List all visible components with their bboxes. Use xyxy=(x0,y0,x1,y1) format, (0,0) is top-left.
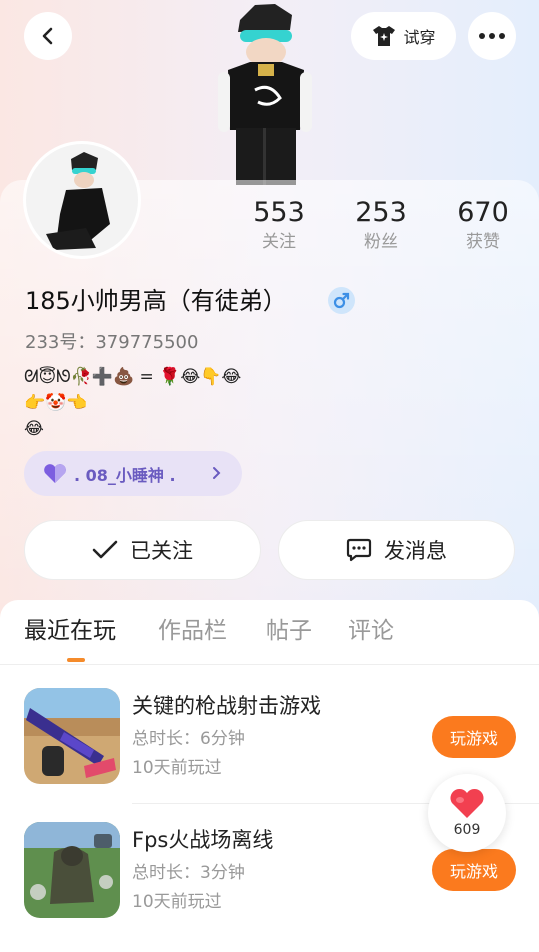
game-title: Fps火战场离线 xyxy=(132,828,274,852)
more-button[interactable] xyxy=(468,12,516,60)
game-thumbnail xyxy=(24,822,120,918)
avatar-image xyxy=(26,144,138,256)
try-on-label: 试穿 xyxy=(403,28,436,47)
relationship-tag-label: . 08_小睡神 . xyxy=(74,465,176,485)
heart-icon xyxy=(44,463,66,483)
followers-stat[interactable]: 253 粉丝 xyxy=(336,196,426,254)
gender-badge xyxy=(328,287,355,314)
message-button[interactable]: 发消息 xyxy=(278,520,515,580)
following-label: 关注 xyxy=(262,232,296,252)
active-tab-indicator xyxy=(67,658,85,662)
likes-count: 670 xyxy=(457,197,509,228)
game-thumbnail xyxy=(24,688,120,784)
likes-stat[interactable]: 670 获赞 xyxy=(438,196,528,254)
tab-works[interactable]: 作品栏 xyxy=(158,614,227,648)
game-duration: 总时长：3分钟 xyxy=(132,863,245,883)
tab-comments[interactable]: 评论 xyxy=(348,614,394,648)
back-button[interactable] xyxy=(24,12,72,60)
more-icon xyxy=(479,33,505,39)
following-count: 553 xyxy=(253,197,305,228)
follow-label: 已关注 xyxy=(130,539,193,563)
signature: ᘛ😇ᘚ🥀➕💩 = 🌹😂👇😂 👉🤡👈 😂 xyxy=(24,364,241,442)
character-avatar-image xyxy=(218,4,312,185)
back-icon xyxy=(42,27,53,45)
followers-count: 253 xyxy=(355,197,407,228)
play-game-button[interactable]: 玩游戏 xyxy=(432,716,516,758)
game-last-played: 10天前玩过 xyxy=(132,758,222,778)
likes-label: 获赞 xyxy=(466,232,500,252)
signature-line: 😂 xyxy=(24,419,44,439)
relationship-tag[interactable]: . 08_小睡神 . xyxy=(24,451,242,496)
follow-button[interactable]: 已关注 xyxy=(24,520,261,580)
profile-name: 185小帅男高（有徒弟） xyxy=(25,287,287,315)
tab-posts[interactable]: 帖子 xyxy=(266,614,312,648)
user-avatar[interactable] xyxy=(23,141,141,259)
chevron-right-icon xyxy=(213,467,221,479)
game-last-played: 10天前玩过 xyxy=(132,892,222,912)
user-id: 233号：379775500 xyxy=(25,332,199,353)
tab-recent-play[interactable]: 最近在玩 xyxy=(24,614,116,648)
like-count: 609 xyxy=(453,822,481,838)
chat-icon xyxy=(346,538,372,562)
male-icon xyxy=(333,292,350,309)
game-title: 关键的枪战射击游戏 xyxy=(132,694,321,718)
shirt-sparkle-icon xyxy=(373,26,396,46)
message-label: 发消息 xyxy=(384,539,447,563)
followers-label: 粉丝 xyxy=(364,232,398,252)
game-duration: 总时长：6分钟 xyxy=(132,729,245,749)
following-stat[interactable]: 553 关注 xyxy=(234,196,324,254)
heart-icon xyxy=(450,788,484,818)
like-button[interactable]: 609 xyxy=(428,774,506,852)
try-on-button[interactable]: 试穿 xyxy=(351,12,456,60)
check-icon xyxy=(92,540,118,559)
signature-line: 👉🤡👈 xyxy=(24,393,88,413)
play-game-button[interactable]: 玩游戏 xyxy=(432,849,516,891)
signature-line: ᘛ😇ᘚ🥀➕💩 = 🌹😂👇😂 xyxy=(24,367,242,387)
